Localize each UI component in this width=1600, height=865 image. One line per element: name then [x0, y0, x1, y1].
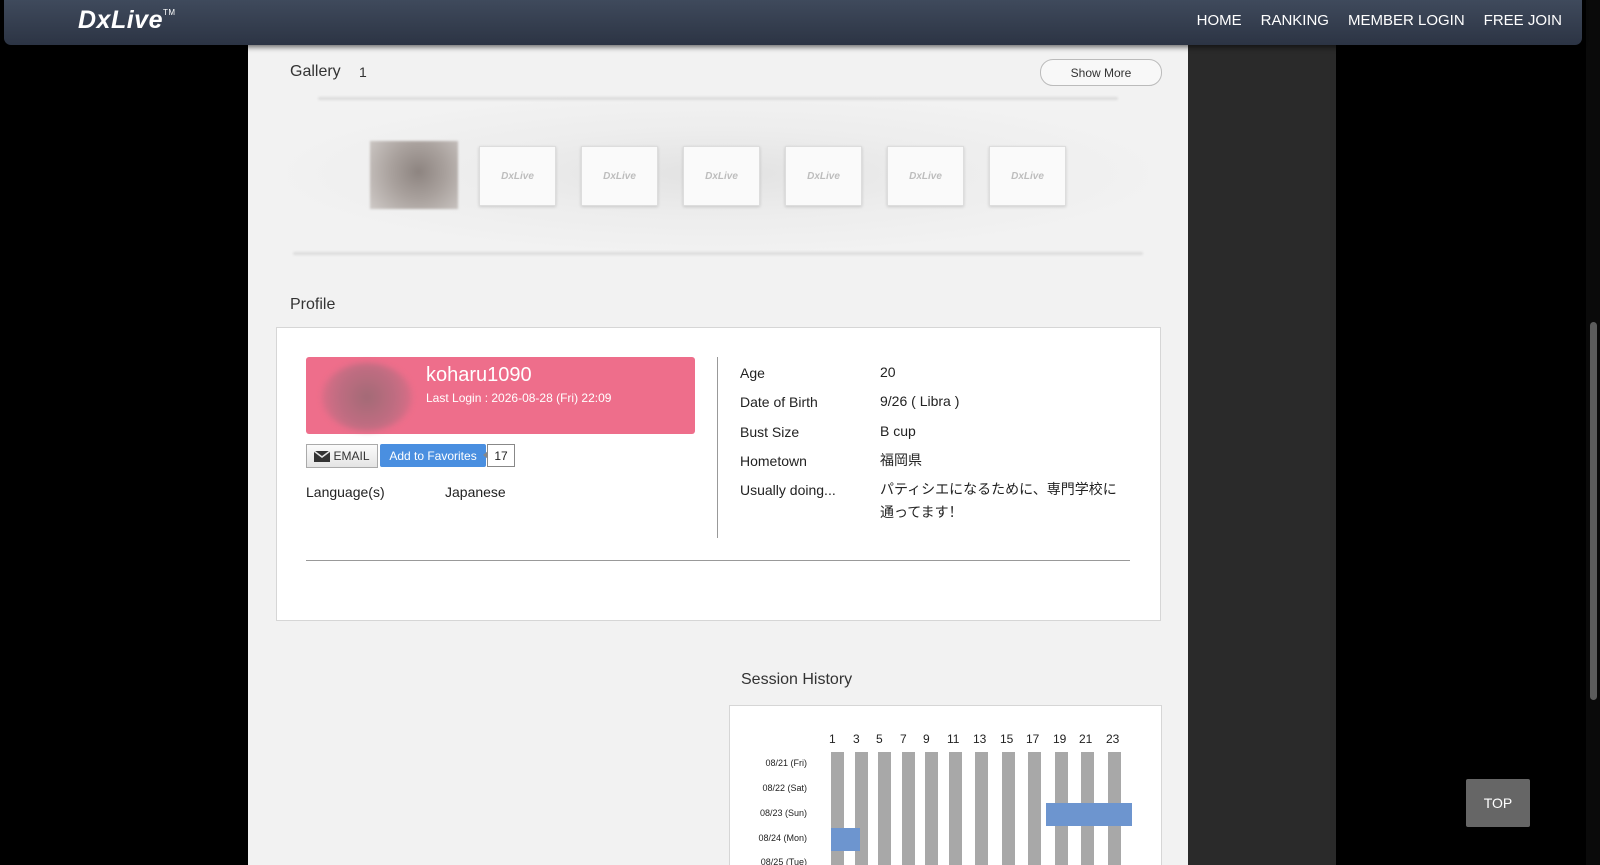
- day-label: 08/21 (Fri): [765, 758, 807, 768]
- day-label: 08/25 (Tue): [760, 857, 807, 865]
- session-history-card: 1 3 5 7 9 11 13 15 17 19 21 23 08/21 (Fri) 08/22 (Sat…: [729, 705, 1162, 865]
- session-column: [902, 752, 915, 865]
- hour-label: 7: [900, 732, 907, 746]
- birth-date-label: Date of Birth: [740, 394, 818, 410]
- dxlive-logo[interactable]: DxLiveTM: [78, 6, 176, 35]
- email-label: EMAIL: [333, 449, 370, 463]
- gallery-placeholder[interactable]: DxLive: [581, 146, 658, 206]
- show-more-button[interactable]: Show More: [1040, 59, 1162, 86]
- session-history-title: Session History: [741, 671, 853, 688]
- gallery-placeholder[interactable]: DxLive: [785, 146, 862, 206]
- last-login: Last Login : 2026-08-28 (Fri) 22:09: [426, 391, 612, 405]
- session-column: [1002, 752, 1015, 865]
- gallery-placeholder[interactable]: DxLive: [479, 146, 556, 206]
- bust-size-label: Bust Size: [740, 424, 800, 440]
- session-column: [925, 752, 938, 865]
- session-column: [878, 752, 891, 865]
- hour-label: 17: [1026, 732, 1040, 746]
- gallery-count: 1: [359, 64, 367, 80]
- hour-label: 19: [1053, 732, 1067, 746]
- nav-member-login[interactable]: MEMBER LOGIN: [1348, 12, 1465, 29]
- session-column: [949, 752, 962, 865]
- hour-label: 3: [853, 732, 860, 746]
- top-nav-bar: DxLiveTM HOME RANKING MEMBER LOGIN FREE …: [4, 0, 1582, 45]
- usually-doing-value: パティシエになるために、専門学校に通ってます！: [880, 481, 1117, 520]
- avatar[interactable]: [322, 363, 412, 431]
- hour-label: 23: [1106, 732, 1120, 746]
- bust-size-value: B cup: [880, 423, 916, 439]
- gallery-placeholder[interactable]: DxLive: [989, 146, 1066, 206]
- right-side-panel: [1188, 0, 1336, 865]
- hour-label: 9: [923, 732, 930, 746]
- username: koharu1090: [426, 364, 532, 386]
- gallery-placeholder[interactable]: DxLive: [683, 146, 760, 206]
- profile-title: Profile: [290, 296, 336, 313]
- hour-label: 15: [1000, 732, 1014, 746]
- hometown-label: Hometown: [740, 453, 807, 469]
- usually-doing-label: Usually doing...: [740, 482, 836, 498]
- gallery-placeholder[interactable]: DxLive: [887, 146, 964, 206]
- gallery-photo[interactable]: [370, 141, 458, 209]
- gallery-title: Gallery: [290, 63, 341, 80]
- session-block: [1046, 803, 1132, 826]
- column-divider: [717, 357, 718, 538]
- language-value: Japanese: [445, 484, 506, 500]
- hour-label: 11: [947, 732, 960, 746]
- envelope-icon: [314, 450, 331, 462]
- scrollbar-thumb[interactable]: [1590, 322, 1597, 700]
- session-column: [975, 752, 988, 865]
- favorites-count: 17: [483, 444, 515, 467]
- email-button[interactable]: EMAIL: [306, 444, 378, 468]
- age-value: 20: [880, 364, 896, 380]
- day-label: 08/23 (Sun): [759, 808, 807, 818]
- session-column: [1028, 752, 1041, 865]
- age-label: Age: [740, 365, 765, 381]
- language-label: Language(s): [306, 484, 385, 500]
- gallery-bottom-divider: [293, 252, 1143, 255]
- nav-menu: HOME RANKING MEMBER LOGIN FREE JOIN: [1197, 12, 1562, 29]
- add-to-favorites-button[interactable]: Add to Favorites: [380, 444, 486, 467]
- session-block: [831, 828, 860, 851]
- birth-date-value: 9/26 ( Libra ): [880, 393, 960, 409]
- name-banner: koharu1090 Last Login : 2026-08-28 (Fri)…: [306, 357, 695, 434]
- nav-home[interactable]: HOME: [1197, 12, 1242, 29]
- nav-free-join[interactable]: FREE JOIN: [1484, 12, 1562, 29]
- day-label: 08/24 (Mon): [758, 833, 807, 843]
- hour-label: 1: [829, 732, 836, 746]
- hour-label: 21: [1079, 732, 1093, 746]
- profile-divider: [306, 560, 1130, 561]
- hometown-value: 福岡県: [880, 452, 922, 468]
- profile-card: koharu1090 Last Login : 2026-08-28 (Fri)…: [276, 327, 1161, 621]
- hour-label: 13: [973, 732, 987, 746]
- nav-ranking[interactable]: RANKING: [1261, 12, 1329, 29]
- back-to-top-button[interactable]: TOP: [1466, 779, 1530, 827]
- day-label: 08/22 (Sat): [762, 783, 807, 793]
- gallery-top-divider: [318, 97, 1118, 100]
- hour-label: 5: [876, 732, 883, 746]
- main-content: Gallery 1 Show More DxLive DxLive DxLive…: [248, 0, 1188, 865]
